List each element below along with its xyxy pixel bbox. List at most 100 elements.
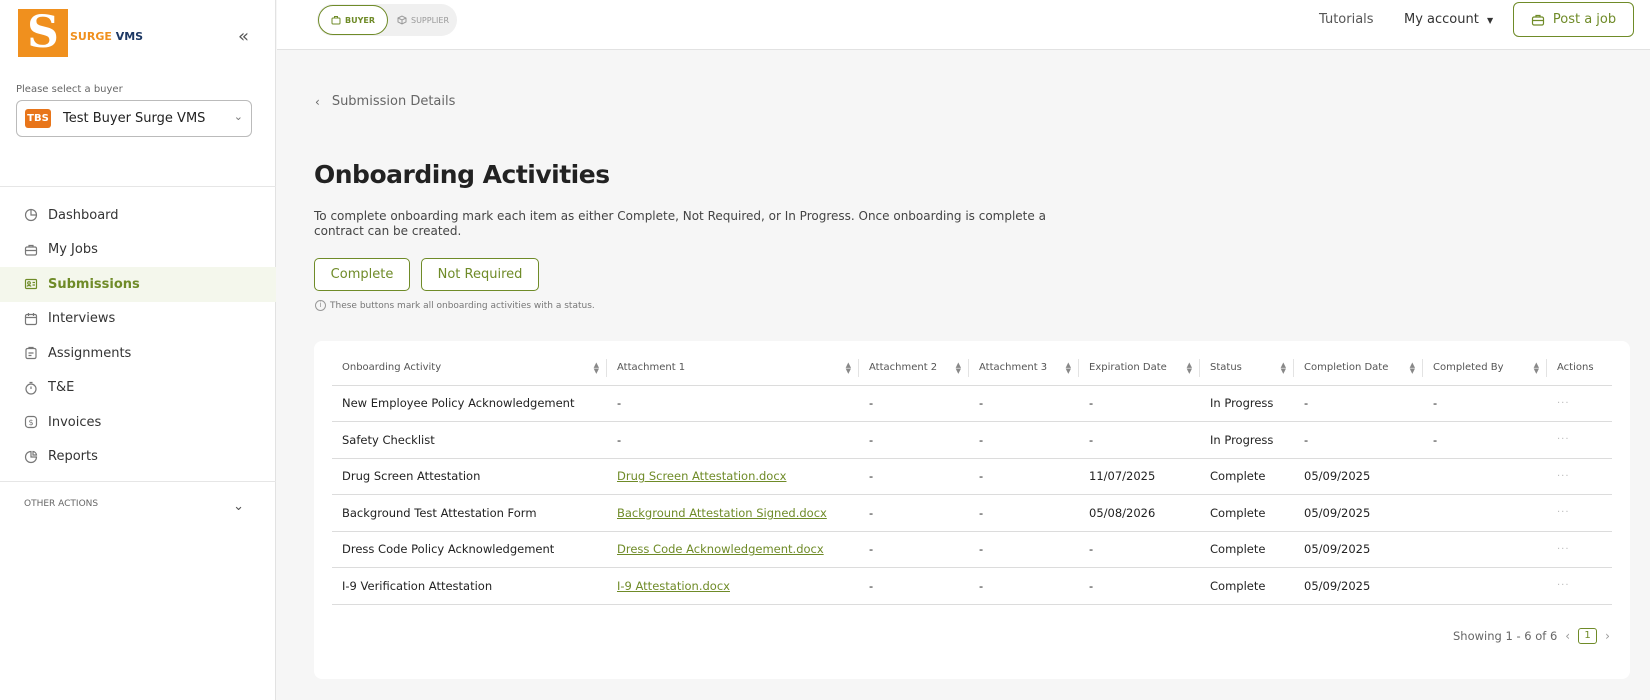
column-header-attachment-2[interactable]: Attachment 2 ▲ ▼: [859, 351, 969, 386]
column-header-status[interactable]: Status ▲ ▼: [1200, 351, 1294, 386]
column-header-label: Attachment 1: [617, 362, 686, 374]
hint-text: These buttons mark all onboarding activi…: [330, 300, 595, 311]
post-job-button[interactable]: Post a job: [1513, 2, 1634, 37]
sidebar-item-label: Reports: [48, 449, 98, 465]
attachment-link[interactable]: I-9 Attestation.docx: [617, 579, 730, 593]
cell-expiration-date: -: [1079, 421, 1200, 459]
cell-attachment-3: -: [969, 385, 1079, 422]
back-link[interactable]: ‹ Submission Details: [315, 94, 455, 109]
sidebar-item-label: Assignments: [48, 345, 132, 361]
post-job-label: Post a job: [1552, 12, 1617, 27]
attachment-link[interactable]: Drug Screen Attestation.docx: [617, 469, 786, 483]
cell-attachment-3: -: [969, 494, 1079, 532]
sort-icon: ▲ ▼: [1533, 361, 1539, 375]
cell-status: Complete: [1200, 494, 1294, 532]
attachment-link[interactable]: Background Attestation Signed.docx: [617, 506, 827, 520]
column-header-label: Completed By: [1433, 362, 1504, 374]
role-supplier-label: SUPPLIER: [410, 15, 449, 25]
role-supplier-button[interactable]: SUPPLIER: [389, 4, 457, 36]
page-button[interactable]: 1: [1578, 628, 1598, 644]
column-header-attachment-3[interactable]: Attachment 3 ▲ ▼: [969, 351, 1079, 386]
column-header-completion-date[interactable]: Completion Date ▲ ▼: [1294, 351, 1423, 386]
table-row: Dress Code Policy Acknowledgement Dress …: [332, 531, 1612, 568]
sidebar-item-reports[interactable]: Reports: [0, 440, 276, 475]
row-actions-menu[interactable]: ···: [1547, 494, 1612, 532]
sort-icon: ▲ ▼: [593, 361, 599, 375]
cell-activity: I-9 Verification Attestation: [332, 567, 607, 605]
buyer-select[interactable]: TBS Test Buyer Surge VMS ⌄: [16, 100, 252, 137]
column-header-onboarding-activity[interactable]: Onboarding Activity ▲ ▼: [332, 351, 607, 386]
mark-all-complete-button[interactable]: Complete: [314, 258, 410, 291]
column-header-completed-by[interactable]: Completed By ▲ ▼: [1423, 351, 1547, 386]
column-header-label: Expiration Date: [1089, 362, 1167, 374]
cell-status: Complete: [1200, 567, 1294, 605]
cell-completion-date: 05/09/2025: [1294, 494, 1423, 532]
cell-attachment-1: Background Attestation Signed.docx: [607, 494, 859, 532]
cell-completed-by: -: [1423, 385, 1547, 422]
collapse-sidebar-icon[interactable]: «: [238, 26, 249, 47]
tutorials-link[interactable]: Tutorials: [1319, 12, 1374, 27]
pagination-summary: Showing 1 - 6 of 6: [1453, 629, 1558, 643]
sidebar-item-submissions[interactable]: Submissions: [0, 267, 276, 302]
mark-all-not-required-button[interactable]: Not Required: [421, 258, 539, 291]
column-header-attachment-1[interactable]: Attachment 1 ▲ ▼: [607, 351, 859, 386]
logo-suffix: VMS: [115, 29, 144, 43]
cell-completion-date: 05/09/2025: [1294, 458, 1423, 495]
onboarding-table: Onboarding Activity ▲ ▼ Attachment 1 ▲ ▼ Att…: [332, 351, 1612, 605]
other-actions-toggle[interactable]: OTHER ACTIONS ⌄: [24, 499, 244, 514]
pie-chart-icon: [24, 208, 38, 222]
sidebar-item-label: T&E: [48, 380, 75, 396]
column-header-expiration-date[interactable]: Expiration Date ▲ ▼: [1079, 351, 1200, 386]
column-header-actions: Actions: [1547, 351, 1612, 386]
cell-attachment-2: -: [859, 531, 969, 568]
sidebar-divider: [0, 481, 276, 482]
sidebar-item-label: Dashboard: [48, 207, 119, 223]
role-buyer-button[interactable]: BUYER: [318, 5, 388, 35]
box-icon: [397, 15, 407, 25]
cell-status: In Progress: [1200, 421, 1294, 459]
chevron-left-icon[interactable]: ‹: [1565, 629, 1570, 643]
sidebar-item-label: Interviews: [48, 311, 116, 327]
page-title: Onboarding Activities: [314, 160, 610, 189]
cell-expiration-date: -: [1079, 385, 1200, 422]
cell-attachment-3: -: [969, 567, 1079, 605]
chevron-right-icon[interactable]: ›: [1605, 629, 1610, 643]
my-account-menu[interactable]: My account ▼: [1404, 12, 1493, 27]
sidebar-item-label: Submissions: [48, 276, 140, 292]
row-actions-menu[interactable]: ···: [1547, 567, 1612, 605]
cell-attachment-3: -: [969, 531, 1079, 568]
row-actions-menu[interactable]: ···: [1547, 531, 1612, 568]
cell-attachment-1: Drug Screen Attestation.docx: [607, 458, 859, 495]
bag-icon: [331, 16, 341, 25]
cell-completed-by: [1423, 531, 1547, 568]
sidebar-item-my-jobs[interactable]: My Jobs: [0, 233, 276, 268]
cell-activity: Drug Screen Attestation: [332, 458, 607, 495]
row-actions-menu[interactable]: ···: [1547, 421, 1612, 459]
cell-activity: Background Test Attestation Form: [332, 494, 607, 532]
row-actions-menu[interactable]: ···: [1547, 385, 1612, 422]
calendar-icon: [24, 312, 38, 326]
sidebar-item-assignments[interactable]: Assignments: [0, 336, 276, 371]
sidebar-item-time-expense[interactable]: T&E: [0, 371, 276, 406]
cell-attachment-2: -: [859, 385, 969, 422]
cell-completion-date: 05/09/2025: [1294, 567, 1423, 605]
attachment-link[interactable]: Dress Code Acknowledgement.docx: [617, 542, 824, 556]
buyer-badge: TBS: [25, 109, 51, 128]
cell-attachment-2: -: [859, 421, 969, 459]
logo-mark: S: [18, 9, 68, 57]
cell-status: In Progress: [1200, 385, 1294, 422]
buyer-name: Test Buyer Surge VMS: [63, 111, 206, 126]
cell-attachment-1: I-9 Attestation.docx: [607, 567, 859, 605]
briefcase-icon: [24, 243, 38, 257]
sidebar-item-interviews[interactable]: Interviews: [0, 302, 276, 337]
id-card-icon: [24, 277, 38, 291]
cell-expiration-date: -: [1079, 531, 1200, 568]
sidebar-item-dashboard[interactable]: Dashboard: [0, 198, 276, 233]
cell-expiration-date: 11/07/2025: [1079, 458, 1200, 495]
sidebar-item-invoices[interactable]: $ Invoices: [0, 405, 276, 440]
top-bar: BUYER SUPPLIER Tutorials My account ▼ Po…: [277, 0, 1650, 50]
sort-icon: ▲ ▼: [1186, 361, 1192, 375]
cell-status: Complete: [1200, 531, 1294, 568]
surge-vms-logo[interactable]: S SURGE VMS: [18, 9, 143, 57]
row-actions-menu[interactable]: ···: [1547, 458, 1612, 495]
